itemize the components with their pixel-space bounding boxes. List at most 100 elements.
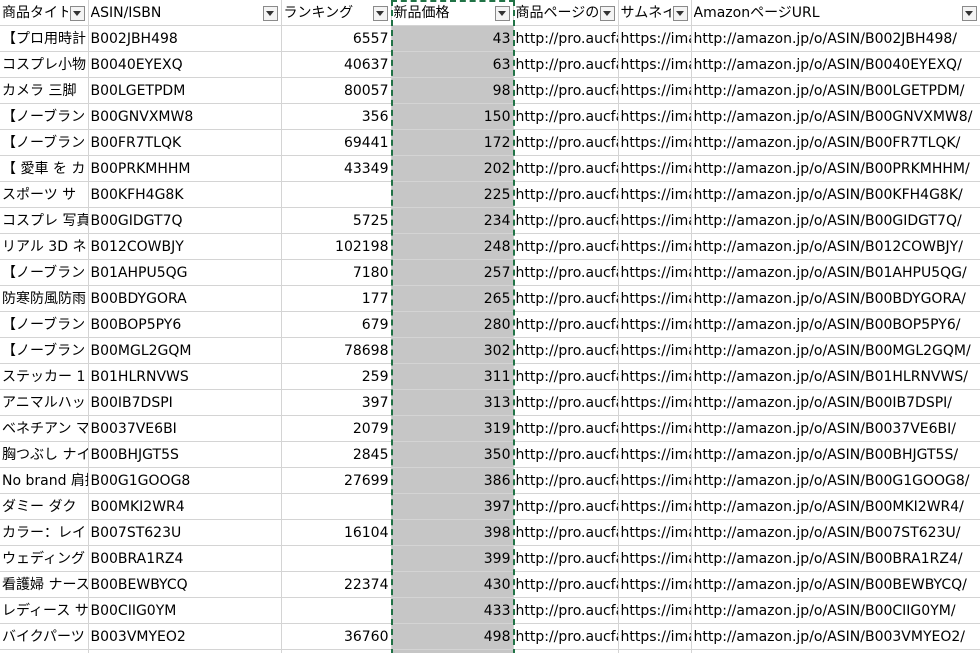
- cell-new-price[interactable]: 313: [391, 389, 514, 416]
- cell-amazon-url[interactable]: http://amazon.jp/o/ASIN/B002JBH498/: [691, 25, 980, 52]
- cell-product-url[interactable]: http://pro.aucfan.com/am: [513, 259, 619, 286]
- cell-thumbnail-url[interactable]: https://images-fe.ssl-images: [618, 597, 692, 624]
- cell-new-price[interactable]: 172: [391, 129, 514, 156]
- cell-new-price[interactable]: 202: [391, 155, 514, 182]
- cell-thumbnail-url[interactable]: https://images-fe.ssl-images: [618, 337, 692, 364]
- cell-new-price[interactable]: 234: [391, 207, 514, 234]
- cell-asin[interactable]: B002JBH498: [88, 25, 282, 52]
- cell-ranking[interactable]: 40637: [281, 51, 392, 78]
- cell-amazon-url[interactable]: http://amazon.jp/o/ASIN/B00PRKMHHM/: [691, 155, 980, 182]
- cell-thumbnail-url[interactable]: https://images-fe.ssl-images: [618, 77, 692, 104]
- header-new-price[interactable]: 新品価格: [391, 0, 514, 26]
- cell-new-price[interactable]: 63: [391, 51, 514, 78]
- cell-ranking[interactable]: 36760: [281, 623, 392, 650]
- cell-amazon-url[interactable]: http://amazon.jp/o/ASIN/B00LGETPDM/: [691, 77, 980, 104]
- cell-product-title[interactable]: リアル 3D ネ: [0, 233, 89, 260]
- cell-product-title[interactable]: 【ノーブランド: [0, 337, 89, 364]
- cell-product-title[interactable]: カラー：レイ: [0, 519, 89, 546]
- cell-amazon-url[interactable]: http://amazon.jp/o/ASIN/B00G1GOOG8/: [691, 467, 980, 494]
- cell-amazon-url[interactable]: http://amazon.jp/o/ASIN/B00KFH4G8K/: [691, 181, 980, 208]
- cell-product-url[interactable]: http://pro.aucfan.com/am: [513, 415, 619, 442]
- cell-product-url[interactable]: http://pro.aucfan.com/am: [513, 519, 619, 546]
- cell-ranking[interactable]: [281, 181, 392, 208]
- cell-product-url[interactable]: http://pro.aucfan.com/am: [513, 103, 619, 130]
- cell-product-url[interactable]: http://pro.aucfan.com/am: [513, 285, 619, 312]
- cell-amazon-url[interactable]: http://amazon.jp/o/ASIN/B00CIIG0YM/: [691, 597, 980, 624]
- cell-new-price[interactable]: 498: [391, 623, 514, 650]
- cell-product-title[interactable]: バイクパーツ: [0, 623, 89, 650]
- cell-asin[interactable]: B00PRKMHHM: [88, 155, 282, 182]
- cell-new-price[interactable]: 399: [391, 545, 514, 572]
- cell-amazon-url[interactable]: http://amazon.jp/o/ASIN/B012COWBV2/: [691, 649, 980, 653]
- cell-ranking[interactable]: 43349: [281, 155, 392, 182]
- cell-product-title[interactable]: ベネチアン マ: [0, 415, 89, 442]
- cell-product-title[interactable]: ステッカー 1: [0, 363, 89, 390]
- header-product-page-url[interactable]: 商品ページのURL: [513, 0, 619, 26]
- cell-amazon-url[interactable]: http://amazon.jp/o/ASIN/B007ST623U/: [691, 519, 980, 546]
- header-amazon-page-url[interactable]: AmazonページURL: [691, 0, 980, 26]
- cell-thumbnail-url[interactable]: https://images-fe.ssl-images: [618, 519, 692, 546]
- filter-dropdown-icon[interactable]: [672, 6, 688, 21]
- cell-amazon-url[interactable]: http://amazon.jp/o/ASIN/B00GIDGT7Q/: [691, 207, 980, 234]
- cell-asin[interactable]: B00LGETPDM: [88, 77, 282, 104]
- cell-product-url[interactable]: http://pro.aucfan.com/am: [513, 493, 619, 520]
- cell-amazon-url[interactable]: http://amazon.jp/o/ASIN/B00BHJGT5S/: [691, 441, 980, 468]
- cell-product-url[interactable]: http://pro.aucfan.com/am: [513, 441, 619, 468]
- cell-product-title[interactable]: 【ノーブランド: [0, 103, 89, 130]
- cell-product-url[interactable]: http://pro.aucfan.com/am: [513, 649, 619, 653]
- cell-new-price[interactable]: 433: [391, 597, 514, 624]
- cell-asin[interactable]: B00BDYGORA: [88, 285, 282, 312]
- cell-ranking[interactable]: 69441: [281, 129, 392, 156]
- cell-asin[interactable]: B00BRA1RZ4: [88, 545, 282, 572]
- cell-asin[interactable]: B00MGL2GQM: [88, 337, 282, 364]
- cell-ranking[interactable]: 78698: [281, 337, 392, 364]
- cell-ranking[interactable]: 7180: [281, 259, 392, 286]
- cell-asin[interactable]: B00IB7DSPI: [88, 389, 282, 416]
- cell-ranking[interactable]: 356: [281, 103, 392, 130]
- cell-amazon-url[interactable]: http://amazon.jp/o/ASIN/B01HLRNVWS/: [691, 363, 980, 390]
- cell-new-price[interactable]: 319: [391, 415, 514, 442]
- cell-product-title[interactable]: 防寒防風防雨: [0, 285, 89, 312]
- cell-product-url[interactable]: http://pro.aucfan.com/am: [513, 233, 619, 260]
- cell-product-title[interactable]: ウェディング: [0, 545, 89, 572]
- cell-product-title[interactable]: リアル 3D ネ: [0, 649, 89, 653]
- cell-new-price[interactable]: 350: [391, 441, 514, 468]
- cell-product-url[interactable]: http://pro.aucfan.com/am: [513, 129, 619, 156]
- cell-asin[interactable]: B00MKI2WR4: [88, 493, 282, 520]
- cell-ranking[interactable]: [281, 597, 392, 624]
- cell-ranking[interactable]: 177: [281, 285, 392, 312]
- cell-asin[interactable]: B012COWBV2: [88, 649, 282, 653]
- cell-thumbnail-url[interactable]: https://images-fe.ssl-images: [618, 623, 692, 650]
- cell-new-price[interactable]: 225: [391, 181, 514, 208]
- header-thumbnail[interactable]: サムネイル: [618, 0, 692, 26]
- cell-product-title[interactable]: 【ノーブランド: [0, 259, 89, 286]
- cell-thumbnail-url[interactable]: https://images-fe.ssl-images: [618, 467, 692, 494]
- cell-amazon-url[interactable]: http://amazon.jp/o/ASIN/B00MKI2WR4/: [691, 493, 980, 520]
- cell-amazon-url[interactable]: http://amazon.jp/o/ASIN/B003VMYEO2/: [691, 623, 980, 650]
- cell-ranking[interactable]: 262779: [281, 649, 392, 653]
- cell-new-price[interactable]: 98: [391, 77, 514, 104]
- cell-product-url[interactable]: http://pro.aucfan.com/am: [513, 51, 619, 78]
- cell-thumbnail-url[interactable]: https://images-fe.ssl-images: [618, 233, 692, 260]
- cell-new-price[interactable]: 43: [391, 25, 514, 52]
- cell-product-url[interactable]: http://pro.aucfan.com/am: [513, 77, 619, 104]
- cell-asin[interactable]: B007ST623U: [88, 519, 282, 546]
- cell-product-title[interactable]: 胸つぶし ナイ: [0, 441, 89, 468]
- cell-ranking[interactable]: 102198: [281, 233, 392, 260]
- cell-amazon-url[interactable]: http://amazon.jp/o/ASIN/B012COWBJY/: [691, 233, 980, 260]
- cell-product-url[interactable]: http://pro.aucfan.com/am: [513, 311, 619, 338]
- cell-amazon-url[interactable]: http://amazon.jp/o/ASIN/B00GNVXMW8/: [691, 103, 980, 130]
- cell-thumbnail-url[interactable]: https://images-fe.ssl-images: [618, 155, 692, 182]
- cell-thumbnail-url[interactable]: https://images-fe.ssl-images: [618, 441, 692, 468]
- cell-product-url[interactable]: http://pro.aucfan.com/am: [513, 155, 619, 182]
- cell-ranking[interactable]: 259: [281, 363, 392, 390]
- cell-product-title[interactable]: ダミー ダク: [0, 493, 89, 520]
- cell-amazon-url[interactable]: http://amazon.jp/o/ASIN/B00BRA1RZ4/: [691, 545, 980, 572]
- cell-product-url[interactable]: http://pro.aucfan.com/am: [513, 25, 619, 52]
- cell-new-price[interactable]: 302: [391, 337, 514, 364]
- cell-product-title[interactable]: レディース サ: [0, 597, 89, 624]
- cell-product-url[interactable]: http://pro.aucfan.com/am: [513, 571, 619, 598]
- cell-ranking[interactable]: [281, 493, 392, 520]
- cell-new-price[interactable]: 265: [391, 285, 514, 312]
- filter-dropdown-icon[interactable]: [372, 6, 388, 21]
